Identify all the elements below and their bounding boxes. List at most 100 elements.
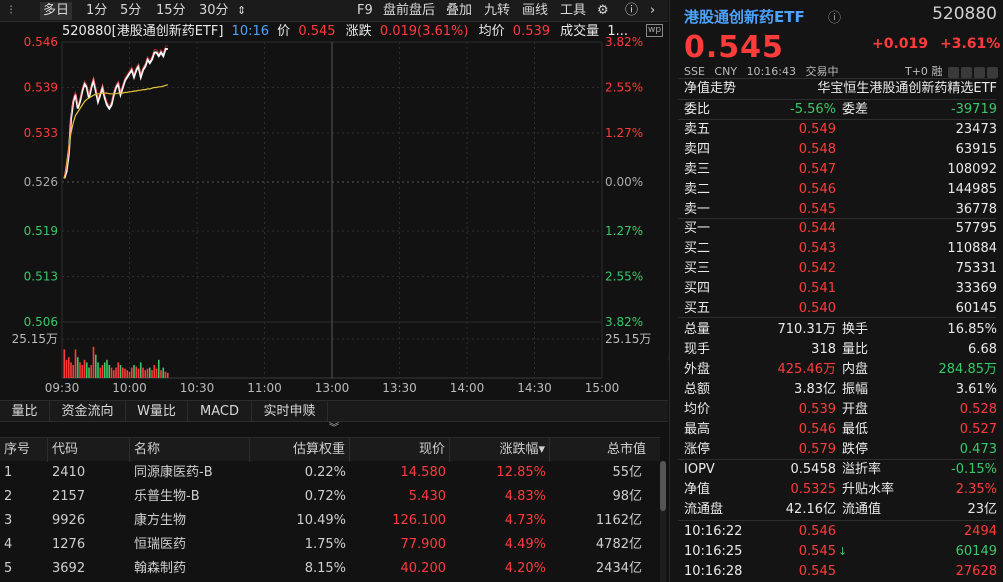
chart-vol: 1... [607,24,628,39]
collapse-chevron-icon[interactable]: ︾ [0,422,668,436]
cell-code: 2410 [52,465,86,480]
tab-realtime-subscribe[interactable]: 实时申赎 [252,401,328,422]
tab-30min[interactable]: 30分 [196,2,232,20]
col-index[interactable]: 序号 [0,438,48,462]
chart-code-name: 520880[港股通创新药ETF] [62,24,224,39]
quote-panel: 港股通创新药ETF ⓘ 520880 0.545 +0.019 +3.61% S… [669,0,1003,582]
ask-level-label: 卖四 [684,142,711,157]
volume-bar [106,359,108,378]
nav-trend-link[interactable]: 净值走势 [684,79,736,99]
y-tick-label-right: 3.82% [605,315,643,329]
iopv-value: 42.16亿 [785,502,836,517]
volume-bar [103,362,106,378]
cell-code: 2157 [52,489,86,504]
volume-axis-label: 25.15万 [12,332,58,346]
bid-level-volume: 60145 [955,301,997,316]
chart-price: 0.545 [298,24,336,39]
quote-flags: T+0 融 [905,63,998,79]
tab-ninturn[interactable]: 九转 [481,2,513,20]
volume-bar [164,371,167,378]
tab-draw[interactable]: 画线 [519,2,551,20]
col-weight[interactable]: 估算权重 [250,438,350,462]
help-icon[interactable]: ⓘ [622,2,641,20]
share-icon[interactable] [973,66,985,78]
tab-fund-flow[interactable]: 资金流向 [50,401,126,422]
y-tick-label: 0.513 [24,270,58,284]
edit-icon[interactable] [947,66,959,78]
col-change-pct[interactable]: 涨跌幅▾ [450,438,550,462]
tab-w-volume-ratio[interactable]: W量比 [126,401,188,422]
menu-icon[interactable]: ⁝ [6,2,20,20]
ask-level-volume: 23473 [955,122,997,137]
table-row[interactable]: 3 9926 康方生物 10.49% 126.100 4.73% 1162亿 [0,509,660,533]
tick-price: 0.546 [798,524,836,539]
window-icon[interactable] [986,66,998,78]
volume-bar [148,367,151,378]
tab-volume-ratio[interactable]: 量比 [0,401,50,422]
cell-market-cap: 55亿 [612,465,642,480]
cell-weight: 8.15% [304,561,346,576]
iopv-value: 0.5458 [790,462,837,477]
scrollbar-thumb[interactable] [660,461,666,511]
tab-tools[interactable]: 工具 [557,2,589,20]
cell-name: 同源康医药-B [134,465,213,480]
tab-overlay[interactable]: 叠加 [443,2,475,20]
last-price: 0.545 [684,30,784,65]
col-code[interactable]: 代码 [48,438,130,462]
stat-label: 最低 [842,422,869,437]
exchange: SSE [684,65,705,78]
chart-svg: 0.546 0.539 0.533 0.526 0.519 0.513 0.506 3.82%… [12,35,652,395]
cell-weight: 0.22% [304,465,346,480]
tab-multiday[interactable]: 多日 [40,2,73,20]
cell-code: 9926 [52,513,86,528]
bid-level-volume: 33369 [955,281,997,296]
cell-market-cap: 1162亿 [595,513,642,528]
y-tick-label: 0.546 [24,35,58,49]
cell-price: 14.580 [400,465,447,480]
gear-icon[interactable]: ⚙ [594,2,612,20]
volume-bar [157,359,160,378]
stat-label: 量比 [842,342,869,357]
iopv-label: 净值 [684,482,711,497]
divider [678,218,996,219]
tab-premarket[interactable]: 盘前盘后 [380,2,438,20]
indicator-tabs: 量比 资金流向 W量比 MACD 实时申赎 [0,400,668,422]
tab-5min[interactable]: 5分 [117,2,144,20]
y-tick-label: 0.533 [24,126,58,140]
info-icon[interactable]: ⓘ [828,7,841,26]
volume-bar [151,370,153,378]
chevron-right-icon[interactable]: › [647,2,658,20]
cell-change-pct: 12.85% [496,465,546,480]
y-tick-label-right: 1.27% [605,224,643,238]
stat-label: 涨停 [684,442,711,457]
table-scrollbar[interactable] [660,461,666,582]
volume-bar [79,362,81,378]
bid-level-label: 买五 [684,301,711,316]
tick-time: 10:16:25 [684,544,743,559]
x-tick-label: 14:00 [450,381,485,395]
col-price[interactable]: 现价 [350,438,450,462]
table-row[interactable]: 4 1276 恒瑞医药 1.75% 77.900 4.49% 4782亿 [0,533,660,557]
table-row[interactable]: 1 2410 同源康医药-B 0.22% 14.580 12.85% 55亿 [0,461,660,485]
intraday-chart[interactable]: 0.546 0.539 0.533 0.526 0.519 0.513 0.506 3.82%… [0,22,668,400]
tab-1min[interactable]: 1分 [83,2,110,20]
col-market-cap[interactable]: 总市值 [550,438,650,462]
cell-index: 1 [4,465,13,480]
volume-bar [135,366,138,378]
bid-level-label: 买一 [684,221,711,236]
tab-15min[interactable]: 15分 [153,2,189,20]
margin-flag: 融 [931,65,943,78]
volume-bar [94,354,97,378]
tab-macd[interactable]: MACD [188,401,252,422]
tab-f9[interactable]: F9 [354,2,376,20]
cell-code: 3692 [52,561,86,576]
bell-icon[interactable] [960,66,972,78]
col-name[interactable]: 名称 [130,438,250,462]
period-dropdown-icon[interactable]: ⇕ [234,2,249,20]
table-row[interactable]: 2 2157 乐普生物-B 0.72% 5.430 4.83% 98亿 [0,485,660,509]
tick-time: 10:16:28 [684,564,743,579]
price-label: 价 [277,24,291,39]
wp-icon[interactable]: wp [646,24,664,37]
table-row[interactable]: 5 3692 翰森制药 8.15% 40.200 4.20% 2434亿 [0,557,660,581]
cell-price: 5.430 [408,489,446,504]
